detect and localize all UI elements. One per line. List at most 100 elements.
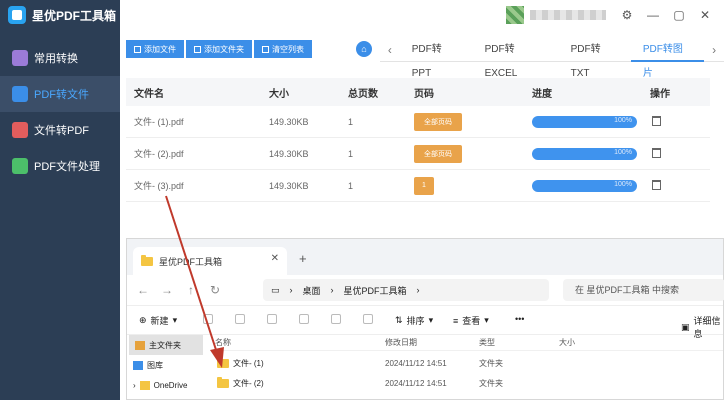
back-icon[interactable]: ← (131, 283, 155, 297)
tab-pdf-to-txt[interactable]: PDF转TXT (559, 38, 631, 79)
tab-pdf-to-image[interactable]: PDF转图片 (630, 38, 705, 79)
file-name: 文件- (1).pdf (134, 117, 184, 127)
rename-icon (299, 314, 309, 324)
minimize-icon[interactable]: — (646, 8, 660, 22)
col-type[interactable]: 类型 (479, 337, 559, 348)
view-label: 查看 (462, 316, 481, 326)
refresh-icon[interactable]: ↻ (203, 283, 227, 297)
trash-icon[interactable] (652, 115, 661, 126)
sort-label: 排序 (406, 316, 425, 326)
home-icon: ⌂ (361, 44, 367, 54)
share-button[interactable] (331, 314, 341, 324)
col-date[interactable]: 修改日期 (385, 337, 479, 348)
sidebar-item-pdf-processing[interactable]: PDF文件处理 (0, 148, 120, 184)
file-name: 文件- (2).pdf (134, 149, 184, 159)
home-button[interactable]: ⌂ (356, 41, 372, 57)
avatar[interactable] (506, 6, 524, 24)
explorer-address-bar: ← → ↑ ↻ ▭ › 桌面 › 星优PDF工具箱 › 在 星优PDF工具箱 中… (127, 275, 724, 305)
up-icon[interactable]: ↑ (179, 283, 203, 297)
col-filename: 文件名 (134, 88, 164, 100)
page-range-button[interactable]: 全部页码 (414, 112, 462, 131)
sidebar-item-label: PDF转文件 (34, 89, 89, 101)
table-row: 文件- (3).pdf 149.30KB 1 1 100% (126, 170, 710, 202)
app-title: 星优PDF工具箱 (32, 8, 117, 23)
trash-icon[interactable] (652, 147, 661, 158)
view-button[interactable]: ≡ 查看 ▾ (453, 314, 489, 327)
rename-button[interactable] (299, 314, 309, 324)
add-file-icon (134, 45, 141, 53)
sort-icon: ⇅ (395, 315, 403, 325)
address-input[interactable]: ▭ › 桌面 › 星优PDF工具箱 › (263, 279, 549, 301)
tab-prev-icon[interactable]: ‹ (380, 43, 400, 57)
add-folder-button[interactable]: 添加文件夹 (186, 40, 252, 58)
username-blurred (530, 10, 606, 20)
file-explorer-window: 星优PDF工具箱 ✕ + ← → ↑ ↻ ▭ › 桌面 › 星优PDF工具箱 ›… (126, 238, 724, 400)
close-icon[interactable]: ✕ (698, 8, 712, 22)
new-button[interactable]: ⊕ 新建 ▾ (139, 314, 177, 327)
chevron-down-icon: ▾ (172, 315, 178, 325)
explorer-tab-title: 星优PDF工具箱 (159, 256, 223, 267)
paste-icon (267, 314, 277, 324)
add-file-label: 添加文件 (144, 44, 176, 54)
breadcrumb-separator-icon: › (330, 285, 334, 295)
tab-close-icon[interactable]: ✕ (271, 253, 279, 264)
conversion-tabs: ‹ PDF转PPT PDF转EXCEL PDF转TXT PDF转图片 › (380, 38, 724, 79)
cut-button[interactable] (203, 314, 213, 324)
nav-onedrive[interactable]: › OneDrive (127, 375, 205, 395)
page-count: 1 (348, 148, 354, 159)
delete-button[interactable] (363, 314, 373, 324)
folder-icon (217, 356, 229, 368)
sidebar-item-file-to-pdf[interactable]: 文件转PDF (0, 112, 120, 148)
trash-icon[interactable] (652, 179, 661, 190)
app-logo-icon (8, 6, 26, 24)
col-size[interactable]: 大小 (559, 337, 619, 348)
explorer-body: 主文件夹 图库 › OneDrive 名称 修改日期 类型 大小 文件- (1) (127, 335, 723, 400)
tab-next-icon[interactable]: › (704, 43, 724, 57)
list-item[interactable]: 文件- (2) 2024/11/12 14:51 文件夹 (215, 373, 723, 393)
home-folder-icon (135, 340, 145, 350)
item-name: 文件- (1) (233, 358, 264, 368)
nav-onedrive-label: OneDrive (153, 380, 188, 390)
page-range-button[interactable]: 1 (414, 176, 434, 195)
explorer-tab[interactable]: 星优PDF工具箱 ✕ (133, 247, 287, 275)
item-type: 文件夹 (479, 378, 503, 388)
item-name: 文件- (2) (233, 378, 264, 388)
list-item[interactable]: 文件- (1) 2024/11/12 14:51 文件夹 (215, 353, 723, 373)
copy-button[interactable] (235, 314, 245, 324)
sidebar-item-pdf-to-file[interactable]: PDF转文件 (0, 76, 120, 112)
maximize-icon[interactable]: ▢ (672, 8, 686, 22)
monitor-icon: ▭ (271, 284, 280, 295)
item-date: 2024/11/12 14:51 (385, 358, 447, 368)
clear-list-button[interactable]: 清空列表 (254, 40, 312, 58)
nav-gallery[interactable]: 图库 (127, 355, 205, 375)
breadcrumb-desktop[interactable]: 桌面 (303, 284, 321, 297)
breadcrumb-app-folder[interactable]: 星优PDF工具箱 (344, 284, 407, 297)
add-file-button[interactable]: 添加文件 (126, 40, 184, 58)
file-name: 文件- (3).pdf (134, 181, 184, 191)
nav-home[interactable]: 主文件夹 (129, 335, 203, 355)
search-input[interactable]: 在 星优PDF工具箱 中搜索 (563, 279, 724, 301)
sort-button[interactable]: ⇅ 排序 ▾ (395, 314, 433, 327)
sidebar-item-label: PDF文件处理 (34, 161, 100, 173)
file-table: 文件名 大小 总页数 页码 进度 操作 文件- (1).pdf 149.30KB… (126, 78, 710, 202)
breadcrumb-separator-icon: › (289, 285, 293, 295)
tab-pdf-to-ppt[interactable]: PDF转PPT (400, 38, 473, 79)
explorer-command-bar: ⊕ 新建 ▾ ⇅ 排序 ▾ ≡ 查看 ▾ ••• ▣ 详细信息 (127, 305, 723, 339)
settings-icon[interactable]: ⚙ (620, 8, 634, 22)
page-range-button[interactable]: 全部页码 (414, 144, 462, 163)
col-name[interactable]: 名称 (215, 337, 385, 348)
col-page-range: 页码 (414, 88, 434, 100)
more-options-button[interactable]: ••• (515, 314, 524, 324)
col-actions: 操作 (650, 88, 670, 100)
add-folder-icon (194, 45, 201, 53)
new-tab-icon[interactable]: + (299, 251, 307, 266)
paste-button[interactable] (267, 314, 277, 324)
page-count: 1 (348, 116, 354, 127)
view-icon: ≡ (453, 315, 459, 326)
new-label: 新建 (150, 316, 169, 326)
navigation-pane: 主文件夹 图库 › OneDrive (127, 335, 205, 400)
forward-icon[interactable]: → (155, 283, 179, 297)
expand-chevron-icon[interactable]: › (133, 381, 136, 390)
sidebar-item-common-convert[interactable]: 常用转换 (0, 40, 120, 76)
tab-pdf-to-excel[interactable]: PDF转EXCEL (473, 38, 559, 79)
